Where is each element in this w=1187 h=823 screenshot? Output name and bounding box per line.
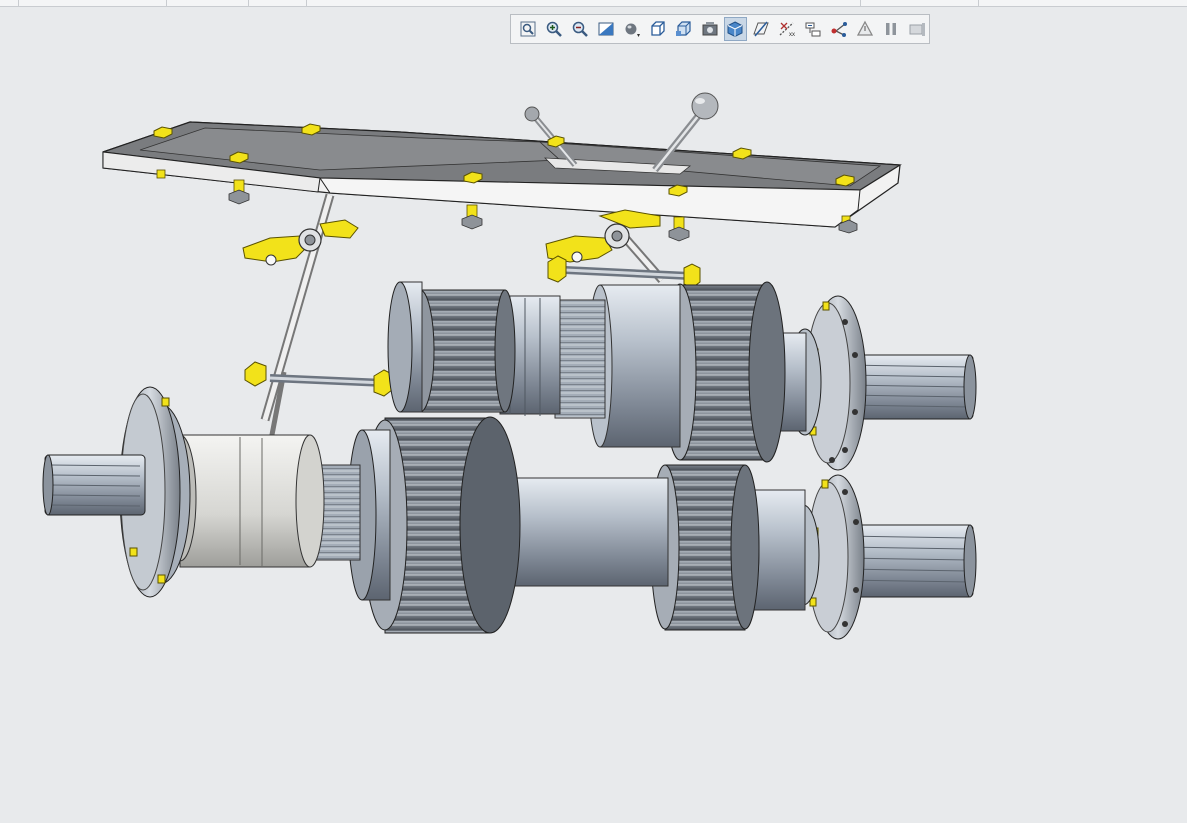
point-icon <box>805 22 821 37</box>
tab-divider <box>248 0 249 6</box>
zoom-in-button[interactable] <box>542 17 566 41</box>
refit-icon <box>520 21 536 37</box>
top-tab-strip <box>0 0 1187 7</box>
axis-icon: xx <box>779 22 795 38</box>
shift-cover-plate[interactable] <box>102 121 902 228</box>
tab-divider <box>978 0 979 6</box>
shift-fork-left[interactable] <box>242 193 393 441</box>
zoom-in-icon <box>546 21 562 37</box>
tab-divider <box>166 0 167 6</box>
annotation-icon <box>857 20 874 36</box>
datum-display-button[interactable] <box>723 17 748 41</box>
saved-orientations-button[interactable] <box>646 17 670 41</box>
axis-display-button[interactable]: xx <box>775 17 799 41</box>
refit-button[interactable] <box>516 17 540 41</box>
redraw-button[interactable] <box>905 17 929 41</box>
zoom-out-button[interactable] <box>568 17 592 41</box>
display-style-icon <box>625 23 640 37</box>
repaint-button[interactable] <box>594 17 618 41</box>
view-manager-icon <box>675 21 691 36</box>
point-display-button[interactable] <box>801 17 825 41</box>
display-style-button[interactable] <box>620 17 644 41</box>
tab-divider <box>860 0 861 6</box>
pause-icon <box>886 23 897 35</box>
model-viewport[interactable] <box>0 44 1187 823</box>
plane-display-button[interactable] <box>749 17 773 41</box>
perspective-button[interactable] <box>698 17 722 41</box>
tab-divider <box>18 0 19 6</box>
zoom-out-icon <box>572 21 588 37</box>
view-manager-button[interactable] <box>672 17 696 41</box>
shaded-cube-icon <box>727 21 743 38</box>
csys-icon <box>831 22 848 37</box>
redraw-icon <box>909 23 926 36</box>
camera-icon <box>702 22 718 36</box>
pause-button[interactable] <box>879 17 903 41</box>
graphics-toolbar: xx <box>510 14 930 44</box>
svg-text:xx: xx <box>789 32 795 38</box>
view-cube-icon <box>651 21 665 36</box>
plane-icon <box>753 21 770 37</box>
annotation-button[interactable] <box>853 17 877 41</box>
repaint-icon <box>598 22 614 36</box>
csys-display-button[interactable] <box>827 17 851 41</box>
tab-divider <box>306 0 307 6</box>
